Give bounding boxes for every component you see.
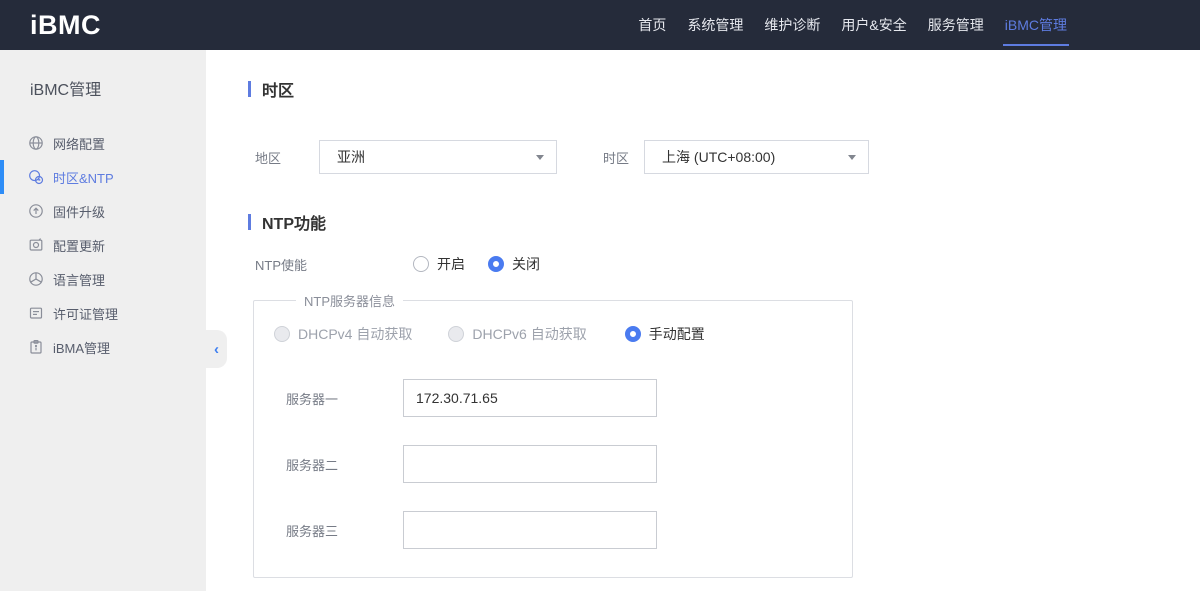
zone-label: 时区	[603, 150, 630, 166]
ntp-enable-row: NTP使能 开启 关闭	[255, 254, 1200, 274]
dhcpv6-auto-label: DHCPv6 自动获取	[472, 326, 587, 342]
server-three-input[interactable]	[403, 511, 657, 549]
radio-checked-icon[interactable]	[624, 326, 641, 342]
server-three-label: 服务器三	[286, 523, 339, 539]
dropdown-caret-icon	[848, 154, 857, 160]
sidebar-item-label: 配置更新	[53, 238, 106, 254]
top-nav: 首页 系统管理 维护诊断 用户&安全 服务管理 iBMC管理	[638, 0, 1070, 50]
timezone-section-title: 时区	[248, 77, 1200, 101]
sidebar-collapse-button[interactable]: ‹	[206, 330, 227, 368]
dhcpv4-auto-option: DHCPv4 自动获取	[274, 324, 412, 344]
timezone-selected-value: 上海 (UTC+08:00)	[662, 149, 776, 165]
region-select[interactable]: 亚洲	[319, 140, 558, 174]
nav-item-maintenance[interactable]: 维护诊断	[764, 0, 820, 50]
server-three-row: 服务器三	[274, 511, 832, 549]
title-accent-bar	[248, 81, 251, 97]
nav-item-system[interactable]: 系统管理	[687, 0, 743, 50]
ibmc-logo: iBMC	[30, 9, 101, 40]
nav-item-ibmc-management[interactable]: iBMC管理	[1002, 0, 1070, 50]
ntp-mode-row: DHCPv4 自动获取 DHCPv6 自动获取 手动配置	[274, 324, 832, 344]
ntp-enable-on-label[interactable]: 开启	[437, 254, 465, 274]
sidebar-item-firmware-upgrade[interactable]: 固件升级	[0, 194, 206, 228]
sidebar-item-label: 语言管理	[53, 272, 106, 288]
region-label: 地区	[255, 150, 282, 166]
sidebar-item-timezone-ntp[interactable]: 时区&NTP	[0, 160, 206, 194]
nav-item-user-security[interactable]: 用户&安全	[841, 0, 906, 50]
server-one-row: 服务器一	[274, 379, 832, 417]
server-one-input[interactable]	[403, 379, 657, 417]
ntp-enable-on-option[interactable]: 开启	[413, 254, 465, 274]
sidebar-item-language[interactable]: 语言管理	[0, 262, 206, 296]
radio-checked-icon[interactable]	[488, 256, 504, 272]
sidebar-item-license[interactable]: 许可证管理	[0, 296, 206, 330]
language-icon	[28, 271, 44, 287]
manual-config-label[interactable]: 手动配置	[649, 324, 705, 344]
ntp-server-info-group: NTP服务器信息 DHCPv4 自动获取 DHCPv6 自动获取 手动配置 服务…	[253, 291, 853, 578]
radio-disabled-icon	[274, 326, 290, 342]
timezone-icon	[28, 169, 44, 185]
section-title-text: 时区	[262, 83, 295, 100]
radio-disabled-icon	[448, 326, 465, 342]
sidebar-title: iBMC管理	[30, 82, 102, 99]
sidebar-item-label: 许可证管理	[53, 306, 119, 322]
sidebar-item-config-update[interactable]: 配置更新	[0, 228, 206, 262]
nav-item-services[interactable]: 服务管理	[928, 0, 984, 50]
sidebar-item-ibma[interactable]: iBMA管理	[0, 330, 206, 364]
timezone-select[interactable]: 上海 (UTC+08:00)	[644, 140, 870, 174]
firmware-upgrade-icon	[28, 203, 44, 219]
chevron-left-icon: ‹	[214, 340, 219, 358]
dropdown-caret-icon	[536, 154, 545, 160]
main-content: 时区 地区 亚洲 时区 上海 (UTC+08:00) NTP功能 NTP使能 开…	[206, 50, 1200, 578]
sidebar-item-label: 时区&NTP	[53, 170, 114, 186]
timezone-form-row: 地区 亚洲 时区 上海 (UTC+08:00)	[255, 140, 1200, 174]
config-update-icon	[28, 237, 44, 253]
ntp-server-info-legend: NTP服务器信息	[304, 294, 396, 309]
radio-unchecked-icon[interactable]	[413, 256, 429, 272]
region-selected-value: 亚洲	[337, 149, 366, 165]
top-header: iBMC 首页 系统管理 维护诊断 用户&安全 服务管理 iBMC管理	[0, 0, 1200, 50]
sidebar-menu: 网络配置 时区&NTP 固件升级 配置更新 语言管理 许可证管理 iBMA管理	[0, 126, 206, 364]
network-icon	[28, 135, 44, 151]
server-two-row: 服务器二	[274, 445, 832, 483]
title-accent-bar	[248, 214, 251, 230]
sidebar-item-network-config[interactable]: 网络配置	[0, 126, 206, 160]
nav-item-home[interactable]: 首页	[638, 0, 666, 50]
section-title-text: NTP功能	[262, 216, 327, 233]
sidebar: iBMC管理 网络配置 时区&NTP 固件升级 配置更新 语言管理 许可证管理 …	[0, 50, 206, 591]
license-icon	[28, 305, 44, 321]
ntp-section-title: NTP功能	[248, 210, 1200, 234]
server-two-label: 服务器二	[286, 457, 339, 473]
server-one-label: 服务器一	[286, 391, 339, 407]
ntp-enable-off-option[interactable]: 关闭	[488, 254, 540, 274]
ibma-icon	[28, 339, 44, 355]
server-two-input[interactable]	[403, 445, 657, 483]
sidebar-item-label: iBMA管理	[53, 340, 111, 356]
manual-config-option[interactable]: 手动配置	[624, 324, 705, 344]
sidebar-item-label: 固件升级	[53, 204, 106, 220]
dhcpv6-auto-option: DHCPv6 自动获取	[448, 324, 587, 344]
ibmc-page: iBMC 首页 系统管理 维护诊断 用户&安全 服务管理 iBMC管理 iBMC…	[0, 0, 1200, 591]
dhcpv4-auto-label: DHCPv4 自动获取	[298, 326, 413, 342]
ntp-enable-label: NTP使能	[255, 257, 308, 273]
sidebar-item-label: 网络配置	[53, 136, 106, 152]
ntp-enable-off-label[interactable]: 关闭	[512, 254, 540, 274]
